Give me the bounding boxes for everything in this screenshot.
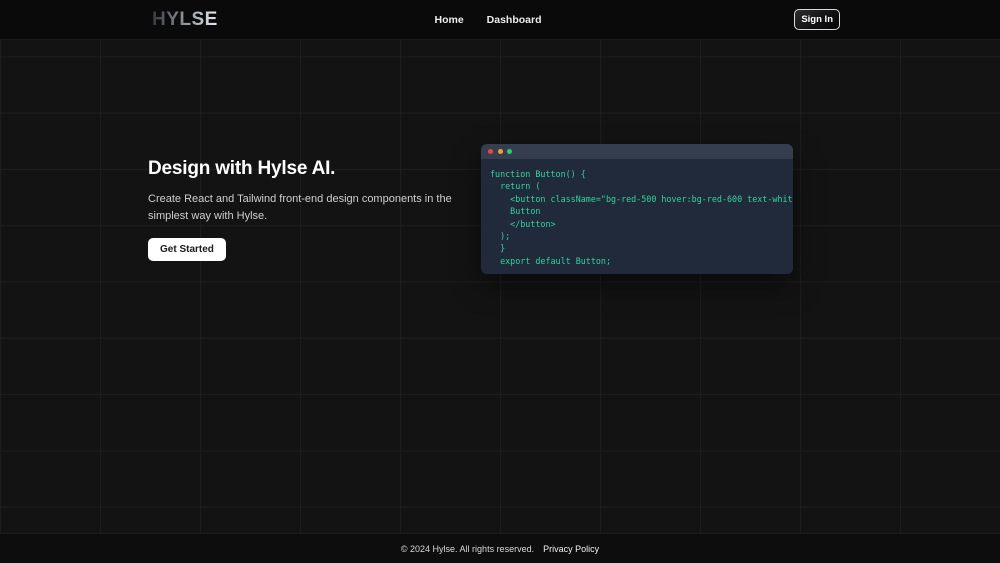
sign-in-button[interactable]: Sign In: [794, 9, 840, 30]
traffic-light-minimize-icon[interactable]: [497, 149, 503, 154]
hero-subtitle-line-1: Create React and Tailwind front-end desi…: [148, 192, 452, 205]
code-line: <button className="bg-red-500 hover:bg-r…: [490, 193, 793, 204]
code-editor-body: function Button() { return ( <button cla…: [481, 159, 793, 274]
code-line: export default Button;: [490, 255, 612, 266]
nav-link-dashboard[interactable]: Dashboard: [487, 14, 542, 26]
code-line: Button: [490, 206, 541, 217]
traffic-light-close-icon[interactable]: [488, 149, 493, 154]
top-nav: HYLSE Home Dashboard Sign In: [0, 0, 1000, 40]
footer: © 2024 Hylse. All rights reserved. Priva…: [0, 533, 1000, 563]
traffic-light-maximize-icon[interactable]: [507, 149, 512, 154]
code-line: </button>: [490, 218, 556, 229]
code-line: return (: [490, 181, 541, 192]
code-line: function Button() {: [490, 169, 586, 179]
code-preview-window: function Button() { return ( <button cla…: [481, 144, 793, 274]
code-line: }: [490, 243, 506, 254]
code-line: );: [490, 231, 511, 242]
nav-links: Home Dashboard: [434, 14, 541, 26]
brand-logo: HYLSE: [152, 8, 218, 30]
hero-subtitle: Create React and Tailwind front-end desi…: [148, 191, 465, 225]
privacy-policy-link[interactable]: Privacy Policy: [543, 544, 599, 554]
copyright-text: © 2024 Hylse. All rights reserved.: [400, 543, 535, 554]
main-content: Design with Hylse AI. Create React and T…: [0, 144, 1000, 274]
code-window-titlebar: [481, 144, 793, 159]
hero-subtitle-line-2: simplest way with Hylse.: [148, 209, 268, 222]
hero-text-column: Design with Hylse AI. Create React and T…: [148, 158, 481, 261]
get-started-button[interactable]: Get Started: [148, 237, 226, 261]
hero-title: Design with Hylse AI.: [148, 157, 336, 179]
hero-section: Design with Hylse AI. Create React and T…: [148, 144, 793, 274]
nav-link-home[interactable]: Home: [434, 14, 463, 26]
